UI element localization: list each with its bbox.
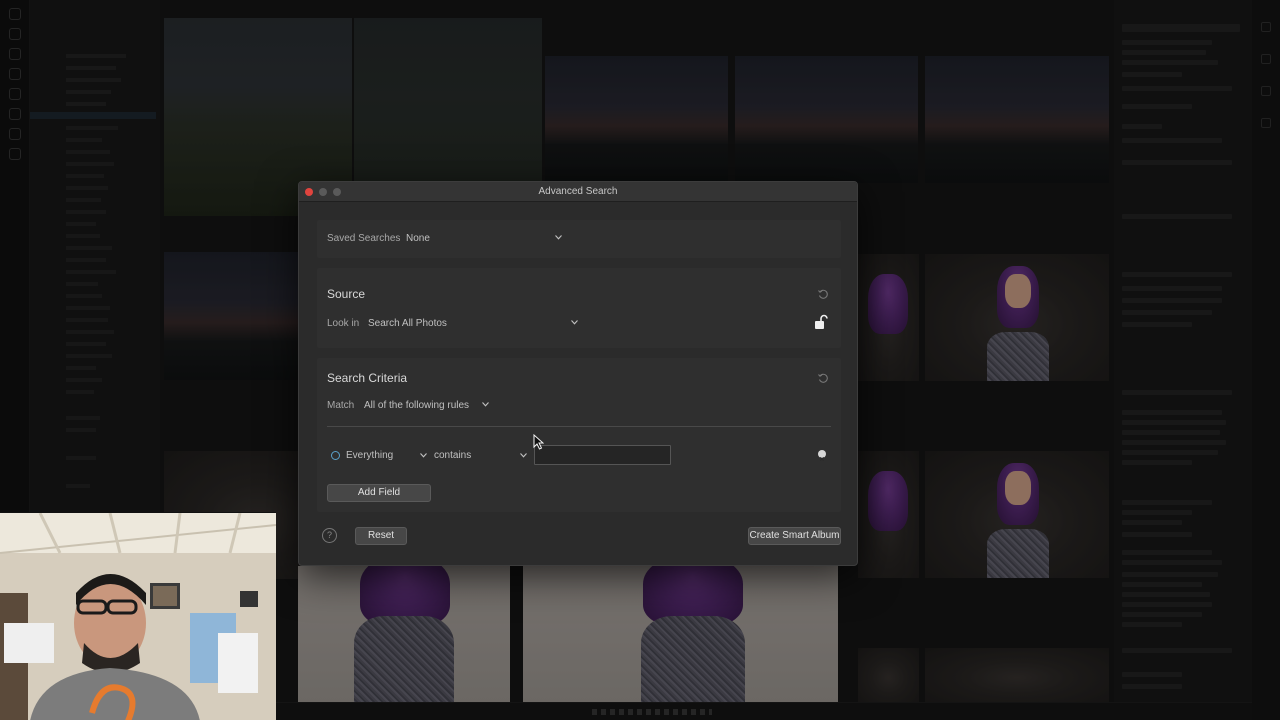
chevron-down-icon[interactable] [520,453,527,460]
revert-icon[interactable] [817,371,829,383]
chevron-down-icon[interactable] [571,320,578,327]
webcam-image [0,513,276,720]
search-criteria-heading: Search Criteria [327,371,408,385]
rule-radio-icon[interactable] [331,451,340,460]
mouse-cursor-icon [533,433,545,450]
look-in-label: Look in [327,318,360,329]
saved-searches-label: Saved Searches [327,233,401,244]
create-smart-album-button[interactable]: Create Smart Album [748,527,841,545]
chevron-down-icon[interactable] [420,453,427,460]
chevron-down-icon[interactable] [482,402,489,409]
criteria-divider [327,426,831,427]
rule-field-select[interactable]: Everything [346,450,393,461]
revert-icon[interactable] [817,287,829,299]
help-icon[interactable]: ? [322,528,337,543]
webcam-video [0,512,276,720]
advanced-search-dialog: Advanced Search Saved Searches None Sour… [298,181,858,566]
dialog-titlebar: Advanced Search [299,182,857,202]
look-in-select[interactable]: Search All Photos [368,318,447,329]
dialog-title: Advanced Search [538,186,618,197]
source-panel: Source Look in Search All Photos [317,268,841,348]
source-heading: Source [327,287,366,301]
rule-operator-select[interactable]: contains [434,450,471,461]
rule-value-input[interactable] [534,445,671,465]
match-select[interactable]: All of the following rules [364,400,469,411]
remove-rule-icon[interactable] [818,450,826,462]
saved-searches-select[interactable]: None [406,233,430,244]
add-field-button[interactable]: Add Field [327,484,431,502]
app-background: Advanced Search Saved Searches None Sour… [0,0,1280,720]
match-label: Match [327,400,355,411]
reset-button[interactable]: Reset [355,527,407,545]
saved-searches-panel: Saved Searches None [317,220,841,258]
chevron-down-icon[interactable] [555,235,562,242]
unlock-icon[interactable] [814,314,828,330]
